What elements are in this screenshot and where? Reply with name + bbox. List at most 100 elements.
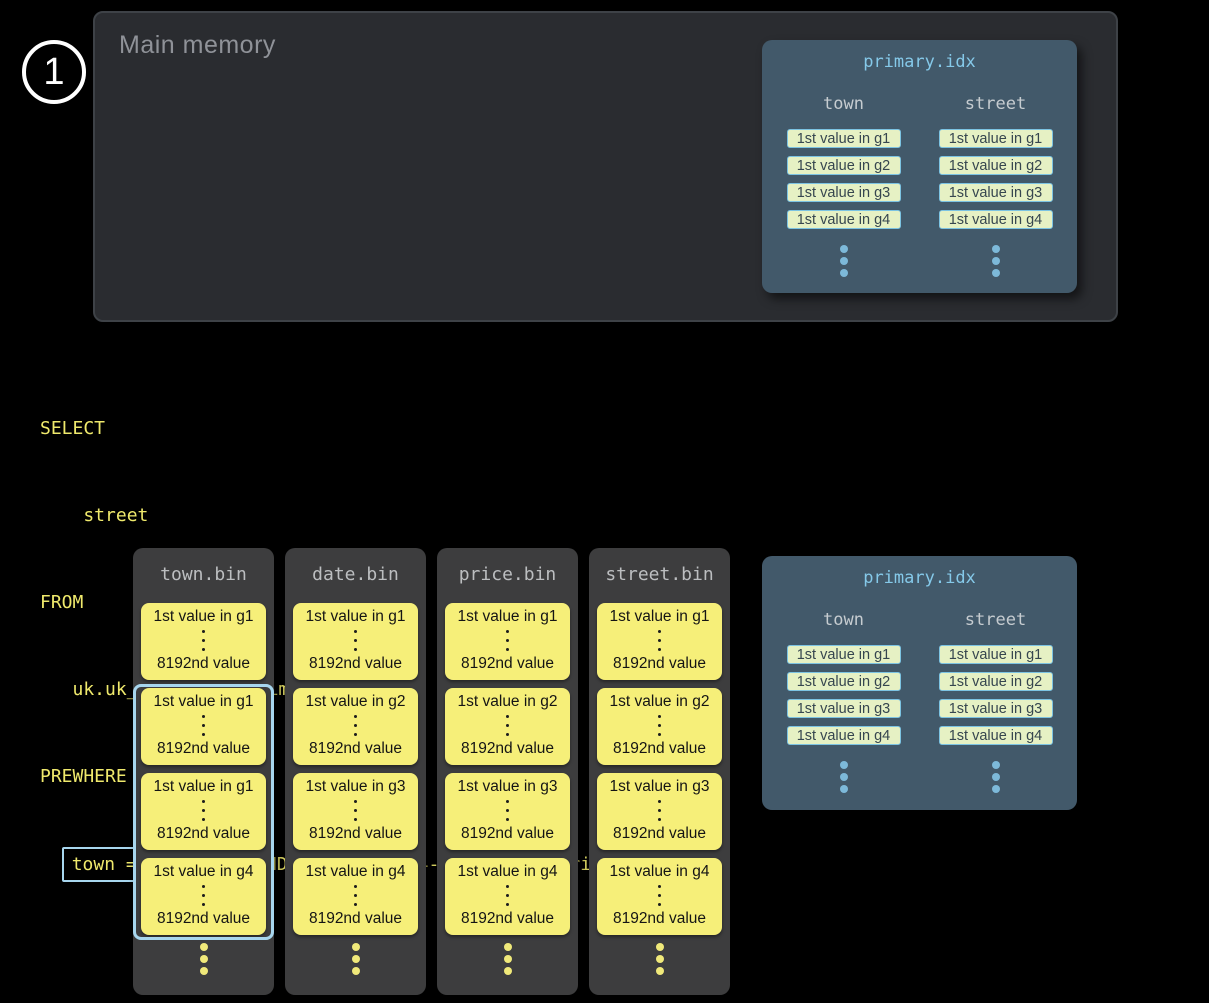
granule-block: 1st value in g3 8192nd value	[445, 773, 570, 850]
granule-block: 1st value in g2 8192nd value	[445, 688, 570, 765]
step-number: 1	[43, 51, 64, 94]
granule-blocks: 1st value in g1 8192nd value 1st value i…	[285, 603, 426, 935]
index-entry: 1st value in g2	[787, 156, 901, 175]
ellipsis-icon	[354, 715, 357, 736]
granule-block: 1st value in g4 8192nd value	[293, 858, 418, 935]
index-entry: 1st value in g1	[939, 129, 1053, 148]
granule-last-value: 8192nd value	[613, 825, 706, 843]
granule-block: 1st value in g1 8192nd value	[597, 603, 722, 680]
ellipsis-icon	[202, 885, 205, 906]
ellipsis-icon	[992, 761, 1000, 793]
primary-idx-title: primary.idx	[762, 52, 1077, 70]
index-column-town: town 1st value in g1 1st value in g2 1st…	[787, 610, 901, 793]
granule-first-value: 1st value in g3	[458, 778, 558, 796]
primary-idx-panel-top: primary.idx town 1st value in g1 1st val…	[762, 40, 1077, 293]
granule-last-value: 8192nd value	[461, 825, 554, 843]
granule-last-value: 8192nd value	[613, 910, 706, 928]
ellipsis-icon	[840, 761, 848, 793]
bin-column-title: date.bin	[285, 564, 426, 582]
bin-column-title: street.bin	[589, 564, 730, 582]
bin-column-date: date.bin 1st value in g1 8192nd value 1s…	[285, 548, 426, 995]
granule-blocks: 1st value in g1 8192nd value 1st value i…	[437, 603, 578, 935]
sql-line: street	[40, 501, 721, 530]
granule-first-value: 1st value in g1	[306, 608, 406, 626]
granule-first-value: 1st value in g1	[458, 608, 558, 626]
granule-first-value: 1st value in g1	[154, 778, 254, 796]
bin-column-town: town.bin 1st value in g1 8192nd value 1s…	[133, 548, 274, 995]
index-entry: 1st value in g2	[939, 672, 1053, 691]
index-entry: 1st value in g4	[787, 210, 901, 229]
index-column-street: street 1st value in g1 1st value in g2 1…	[939, 610, 1053, 793]
ellipsis-icon	[437, 943, 578, 975]
granule-first-value: 1st value in g1	[154, 693, 254, 711]
bin-column-title: price.bin	[437, 564, 578, 582]
primary-idx-title: primary.idx	[762, 568, 1077, 586]
granule-block: 1st value in g4 8192nd value	[597, 858, 722, 935]
granule-first-value: 1st value in g3	[610, 778, 710, 796]
ellipsis-icon	[589, 943, 730, 975]
index-column-street: street 1st value in g1 1st value in g2 1…	[939, 94, 1053, 277]
granule-first-value: 1st value in g2	[306, 693, 406, 711]
index-entry: 1st value in g3	[787, 699, 901, 718]
index-column-town: town 1st value in g1 1st value in g2 1st…	[787, 94, 901, 277]
ellipsis-icon	[840, 245, 848, 277]
granule-last-value: 8192nd value	[309, 740, 402, 758]
main-memory-title: Main memory	[119, 31, 276, 60]
ellipsis-icon	[285, 943, 426, 975]
granule-first-value: 1st value in g2	[610, 693, 710, 711]
bin-column-price: price.bin 1st value in g1 8192nd value 1…	[437, 548, 578, 995]
granule-last-value: 8192nd value	[461, 655, 554, 673]
granule-block: 1st value in g4 8192nd value	[141, 858, 266, 935]
ellipsis-icon	[133, 943, 274, 975]
granule-block: 1st value in g1 8192nd value	[293, 603, 418, 680]
index-entry: 1st value in g3	[939, 183, 1053, 202]
bin-column-title: town.bin	[133, 564, 274, 582]
index-column-header: street	[965, 94, 1026, 111]
ellipsis-icon	[202, 630, 205, 651]
index-entry: 1st value in g2	[787, 672, 901, 691]
granule-block: 1st value in g1 8192nd value	[141, 603, 266, 680]
index-entry: 1st value in g1	[939, 645, 1053, 664]
ellipsis-icon	[354, 800, 357, 821]
granule-block: 1st value in g3 8192nd value	[597, 773, 722, 850]
primary-idx-panel-bottom: primary.idx town 1st value in g1 1st val…	[762, 556, 1077, 810]
ellipsis-icon	[354, 630, 357, 651]
index-entry: 1st value in g3	[787, 183, 901, 202]
index-entry: 1st value in g4	[939, 726, 1053, 745]
granule-last-value: 8192nd value	[157, 910, 250, 928]
index-entry: 1st value in g2	[939, 156, 1053, 175]
granule-last-value: 8192nd value	[613, 740, 706, 758]
granule-block: 1st value in g1 8192nd value	[141, 773, 266, 850]
ellipsis-icon	[658, 715, 661, 736]
granule-last-value: 8192nd value	[157, 655, 250, 673]
ellipsis-icon	[202, 800, 205, 821]
index-entry: 1st value in g1	[787, 645, 901, 664]
granule-block: 1st value in g2 8192nd value	[597, 688, 722, 765]
granule-last-value: 8192nd value	[613, 655, 706, 673]
granule-first-value: 1st value in g4	[154, 863, 254, 881]
granule-last-value: 8192nd value	[309, 655, 402, 673]
index-column-header: town	[823, 94, 864, 111]
granule-first-value: 1st value in g1	[154, 608, 254, 626]
index-entry: 1st value in g4	[939, 210, 1053, 229]
index-column-header: street	[965, 610, 1026, 627]
ellipsis-icon	[506, 630, 509, 651]
granule-block: 1st value in g3 8192nd value	[293, 773, 418, 850]
granule-block: 1st value in g4 8192nd value	[445, 858, 570, 935]
ellipsis-icon	[506, 800, 509, 821]
index-entry: 1st value in g1	[787, 129, 901, 148]
granule-first-value: 1st value in g4	[306, 863, 406, 881]
granule-block: 1st value in g2 8192nd value	[293, 688, 418, 765]
ellipsis-icon	[506, 885, 509, 906]
ellipsis-icon	[354, 885, 357, 906]
granule-blocks: 1st value in g1 8192nd value 1st value i…	[589, 603, 730, 935]
index-entry: 1st value in g4	[787, 726, 901, 745]
granule-first-value: 1st value in g4	[458, 863, 558, 881]
granule-last-value: 8192nd value	[157, 825, 250, 843]
ellipsis-icon	[658, 800, 661, 821]
granule-first-value: 1st value in g4	[610, 863, 710, 881]
granule-blocks: 1st value in g1 8192nd value 1st value i…	[133, 603, 274, 935]
diagram-canvas: 1 Main memory primary.idx town 1st value…	[0, 0, 1209, 1003]
granule-first-value: 1st value in g2	[458, 693, 558, 711]
primary-idx-columns: town 1st value in g1 1st value in g2 1st…	[762, 94, 1077, 277]
